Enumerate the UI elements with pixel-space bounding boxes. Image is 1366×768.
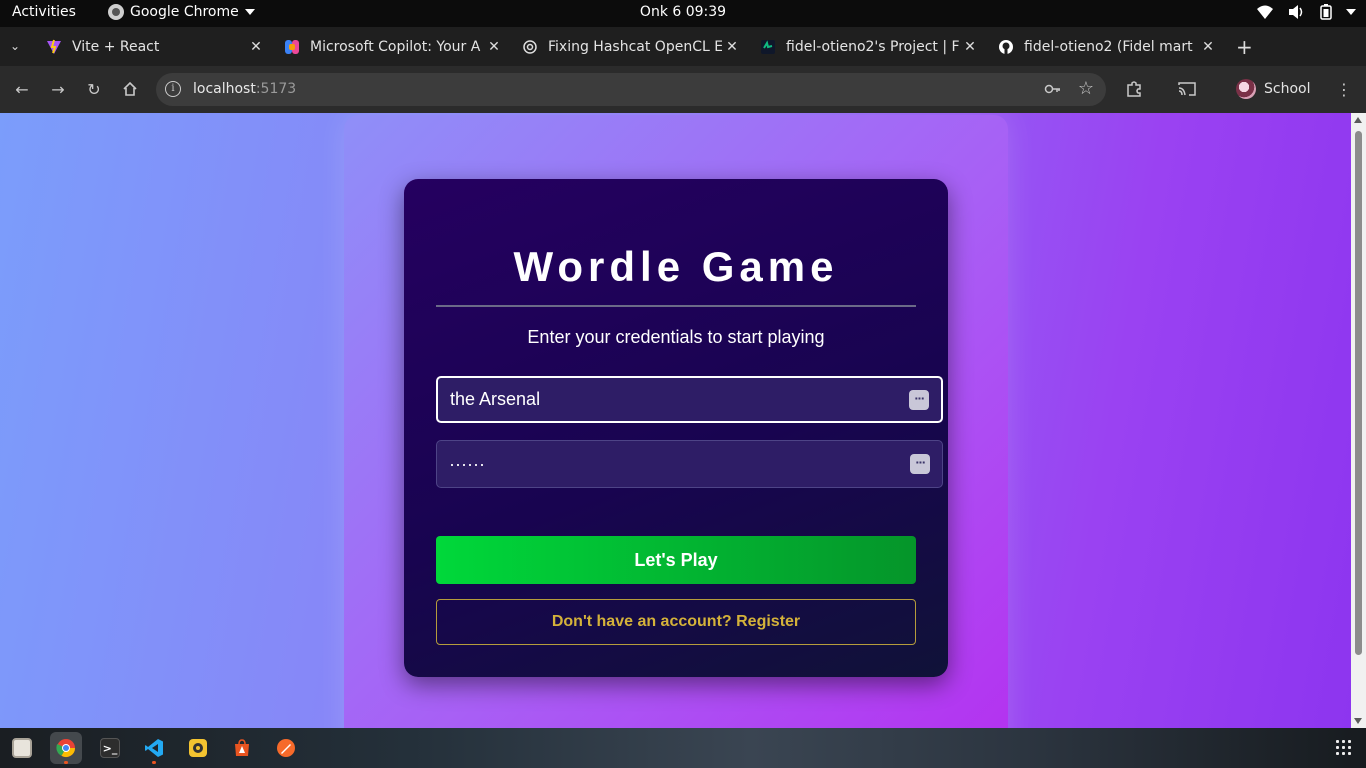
system-tray[interactable] [1256,4,1356,20]
profile-name: School [1264,81,1311,97]
profile-button[interactable]: School [1236,79,1310,99]
battery-icon [1320,4,1332,20]
tab-title: Microsoft Copilot: Your A [310,38,481,55]
page-title: Wordle Game [513,243,839,290]
password-key-icon[interactable] [1044,80,1062,102]
more-menu-icon[interactable]: ⋮ [1334,79,1354,99]
volume-icon [1288,4,1306,20]
dock-vscode[interactable] [138,732,170,764]
dock-files[interactable] [6,732,38,764]
close-icon[interactable]: ✕ [1198,39,1218,55]
scrollbar-thumb[interactable] [1355,131,1362,655]
tab-project[interactable]: fidel-otieno2's Project | F ✕ [760,27,980,66]
drawing-icon [277,739,295,757]
dock-rhythmbox[interactable] [182,732,214,764]
dock-drawing[interactable] [270,732,302,764]
wifi-icon [1256,4,1274,20]
browser-toolbar: ← → ↻ i localhost:5173 ☆ School ⋮ [0,66,1366,113]
cast-icon[interactable] [1177,79,1197,99]
tab-copilot[interactable]: Microsoft Copilot: Your A ✕ [284,27,504,66]
chatgpt-icon [523,39,537,54]
system-menu-chevron-icon [1346,9,1356,15]
files-icon [12,738,32,758]
password-manager-icon[interactable]: ··· [909,389,929,410]
register-button[interactable]: Don't have an account? Register [436,599,916,645]
tab-github[interactable]: fidel-otieno2 (Fidel mart ✕ [998,27,1218,66]
scroll-down-arrow-icon[interactable] [1354,718,1362,724]
tab-vite-react[interactable]: Vite + React ✕ [46,27,266,66]
vscode-icon [145,739,163,757]
vite-icon [47,39,61,54]
dock-terminal[interactable]: >_ [94,732,126,764]
tab-chatgpt[interactable]: Fixing Hashcat OpenCL E ✕ [522,27,742,66]
tab-title: Fixing Hashcat OpenCL E [548,38,722,55]
play-button[interactable]: Let's Play [436,536,916,584]
project-icon [761,39,775,54]
tab-search-chevron-icon[interactable]: ⌄ [10,39,20,53]
close-icon[interactable]: ✕ [246,39,266,55]
dock-chrome[interactable] [50,732,82,764]
scroll-up-arrow-icon[interactable] [1354,117,1362,123]
system-top-bar: Activities Google Chrome Onk 6 09:39 [0,0,1366,27]
home-icon[interactable] [120,79,140,99]
tab-title: Vite + React [72,38,160,55]
rhythmbox-icon [189,739,207,757]
copilot-icon [285,39,299,54]
page-viewport: Wordle Game Enter your credentials to st… [0,113,1351,728]
close-icon[interactable]: ✕ [484,39,504,55]
terminal-icon: >_ [100,738,120,758]
dock: >_ [0,728,1366,768]
chrome-icon [56,739,75,758]
bookmark-star-icon[interactable]: ☆ [1078,78,1094,99]
page-subtitle: Enter your credentials to start playing [527,327,825,347]
title-divider [436,305,916,307]
password-input[interactable] [449,453,910,475]
password-field[interactable]: ··· [436,440,943,488]
tab-title: fidel-otieno2's Project | F [786,38,960,55]
close-icon[interactable]: ✕ [960,39,980,55]
dock-app-center[interactable] [226,732,258,764]
close-icon[interactable]: ✕ [722,39,742,55]
page-scrollbar[interactable] [1351,113,1366,728]
app-center-icon [235,739,249,756]
login-card: Wordle Game Enter your credentials to st… [404,179,948,677]
extensions-icon[interactable] [1124,79,1144,99]
running-indicator [64,761,68,764]
running-indicator [152,761,156,764]
back-arrow-icon[interactable]: ← [12,79,32,99]
forward-arrow-icon[interactable]: → [48,79,68,99]
site-info-icon[interactable]: i [165,81,181,97]
tab-title: fidel-otieno2 (Fidel mart [1024,38,1193,55]
address-bar[interactable]: i localhost:5173 ☆ [156,73,1106,106]
github-icon [999,39,1013,54]
password-manager-icon[interactable]: ··· [910,454,930,474]
reload-icon[interactable]: ↻ [84,79,104,99]
new-tab-button[interactable]: + [1236,35,1253,59]
clock[interactable]: Onk 6 09:39 [0,4,1366,20]
show-apps-grid-icon[interactable] [1336,740,1351,755]
username-field[interactable]: ··· [436,376,943,423]
avatar [1236,79,1256,99]
username-input[interactable] [450,389,909,410]
tab-strip: ⌄ Vite + React ✕ Microsoft Copilot: Your… [0,27,1366,66]
url-text[interactable]: localhost:5173 [193,81,296,97]
